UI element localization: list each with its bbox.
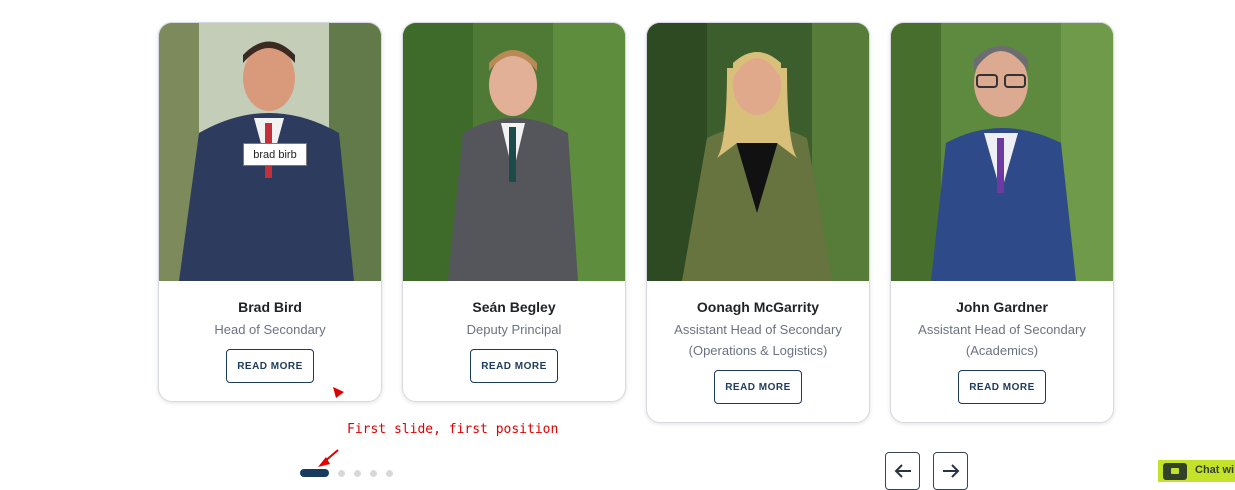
staff-role-detail: (Operations & Logistics) xyxy=(688,343,828,358)
image-tooltip: brad birb xyxy=(243,143,307,166)
arrow-left-icon xyxy=(894,464,911,478)
staff-card-4: John Gardner Assistant Head of Secondary… xyxy=(890,22,1114,423)
staff-role: Assistant Head of Secondary xyxy=(674,322,842,337)
annotation-arrowhead-icon xyxy=(333,387,344,398)
annotation-text: First slide, first position xyxy=(347,422,559,437)
staff-photo xyxy=(647,23,869,281)
chat-bubble-icon xyxy=(1163,463,1187,480)
staff-role-detail: (Academics) xyxy=(965,343,1039,358)
staff-name: Brad Bird xyxy=(238,299,302,315)
staff-card-3: Oonagh McGarrity Assistant Head of Secon… xyxy=(646,22,870,423)
staff-role: Deputy Principal xyxy=(466,322,562,337)
carousel-dot-5[interactable] xyxy=(386,470,393,477)
chat-label: Chat wi xyxy=(1195,464,1235,476)
staff-role: Assistant Head of Secondary xyxy=(918,322,1086,337)
staff-name: Seán Begley xyxy=(472,299,556,315)
read-more-button[interactable]: READ MORE xyxy=(714,370,802,404)
carousel-dot-3[interactable] xyxy=(354,470,361,477)
chat-widget-button[interactable]: Chat wi xyxy=(1158,460,1235,482)
carousel-prev-button[interactable] xyxy=(885,452,920,490)
read-more-button[interactable]: READ MORE xyxy=(958,370,1046,404)
read-more-button[interactable]: READ MORE xyxy=(470,349,558,383)
read-more-button[interactable]: READ MORE xyxy=(226,349,314,383)
staff-photo xyxy=(891,23,1113,281)
arrow-right-icon xyxy=(943,464,960,478)
carousel-dot-1[interactable] xyxy=(300,469,329,477)
carousel-next-button[interactable] xyxy=(933,452,968,490)
staff-card-1: Brad Bird Head of Secondary READ MORE xyxy=(158,22,382,402)
staff-card-2: Seán Begley Deputy Principal READ MORE xyxy=(402,22,626,402)
staff-name: John Gardner xyxy=(956,299,1048,315)
staff-photo xyxy=(403,23,625,281)
carousel-dot-2[interactable] xyxy=(338,470,345,477)
carousel-dot-4[interactable] xyxy=(370,470,377,477)
staff-name: Oonagh McGarrity xyxy=(696,299,820,315)
staff-role: Head of Secondary xyxy=(214,322,326,337)
